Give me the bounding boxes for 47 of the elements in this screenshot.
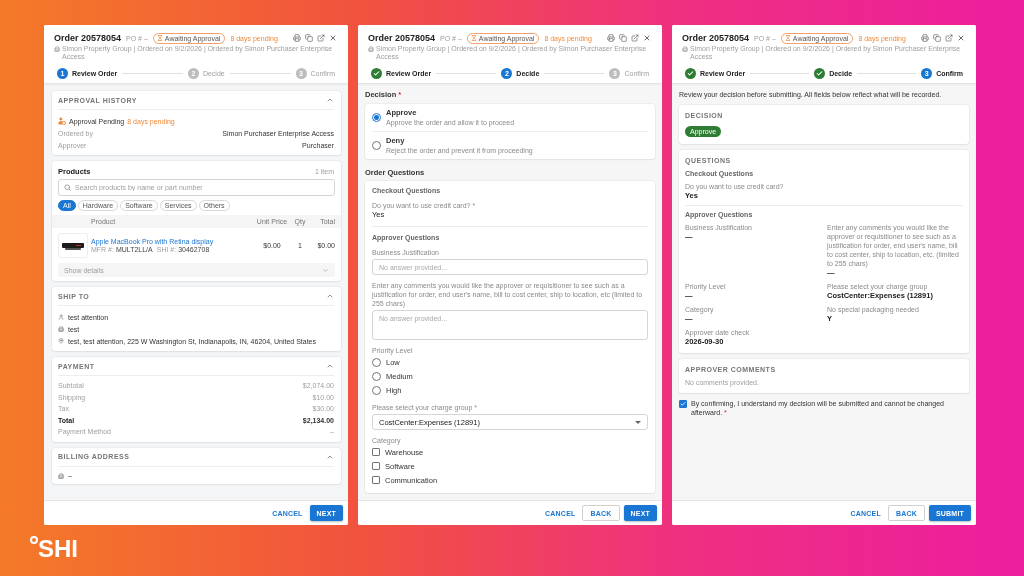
building-icon [682,46,688,52]
location-pin-icon [58,338,64,344]
search-icon [64,184,71,191]
chevron-up-icon[interactable] [326,362,334,370]
logo-text: SHI [38,537,78,561]
close-icon[interactable] [329,34,337,42]
order-title: Order 20578054 [54,33,122,43]
copy-icon[interactable] [305,34,313,42]
checkbox[interactable] [372,462,380,470]
hourglass-icon [784,35,791,41]
laptop-icon [62,241,84,250]
ring-icon [30,536,38,544]
chevron-up-icon[interactable] [326,292,334,300]
check-circle-icon [685,68,696,79]
external-link-icon[interactable] [945,34,953,42]
close-icon[interactable] [643,34,651,42]
person-clock-icon [58,117,66,125]
building-icon [54,46,60,52]
external-link-icon[interactable] [317,34,325,42]
print-icon[interactable] [921,34,929,42]
radio-button[interactable] [372,371,381,381]
order-title: Order 20578054 [682,33,750,43]
caret-icon [635,420,641,424]
chevron-down-icon [322,266,329,274]
print-icon[interactable] [607,34,615,42]
radio-button[interactable] [372,141,381,150]
order-title: Order 20578054 [368,33,436,43]
checkbox[interactable] [372,448,380,456]
building-icon [58,326,64,332]
external-link-icon[interactable] [631,34,639,42]
person-icon [58,314,64,320]
check-circle-icon [371,68,382,79]
building-icon [368,46,374,52]
checkbox[interactable] [372,476,380,484]
radio-button[interactable] [372,385,381,395]
check-circle-icon [814,68,826,79]
close-icon[interactable] [957,34,965,42]
copy-icon[interactable] [619,34,627,42]
print-icon[interactable] [293,34,301,42]
radio-button[interactable] [372,113,381,122]
radio-button[interactable] [372,357,381,367]
hourglass-icon [470,35,477,41]
chevron-up-icon[interactable] [326,96,334,104]
building-icon [58,472,64,479]
hourglass-icon [156,35,163,41]
checkbox[interactable] [679,399,687,408]
copy-icon[interactable] [933,34,941,42]
